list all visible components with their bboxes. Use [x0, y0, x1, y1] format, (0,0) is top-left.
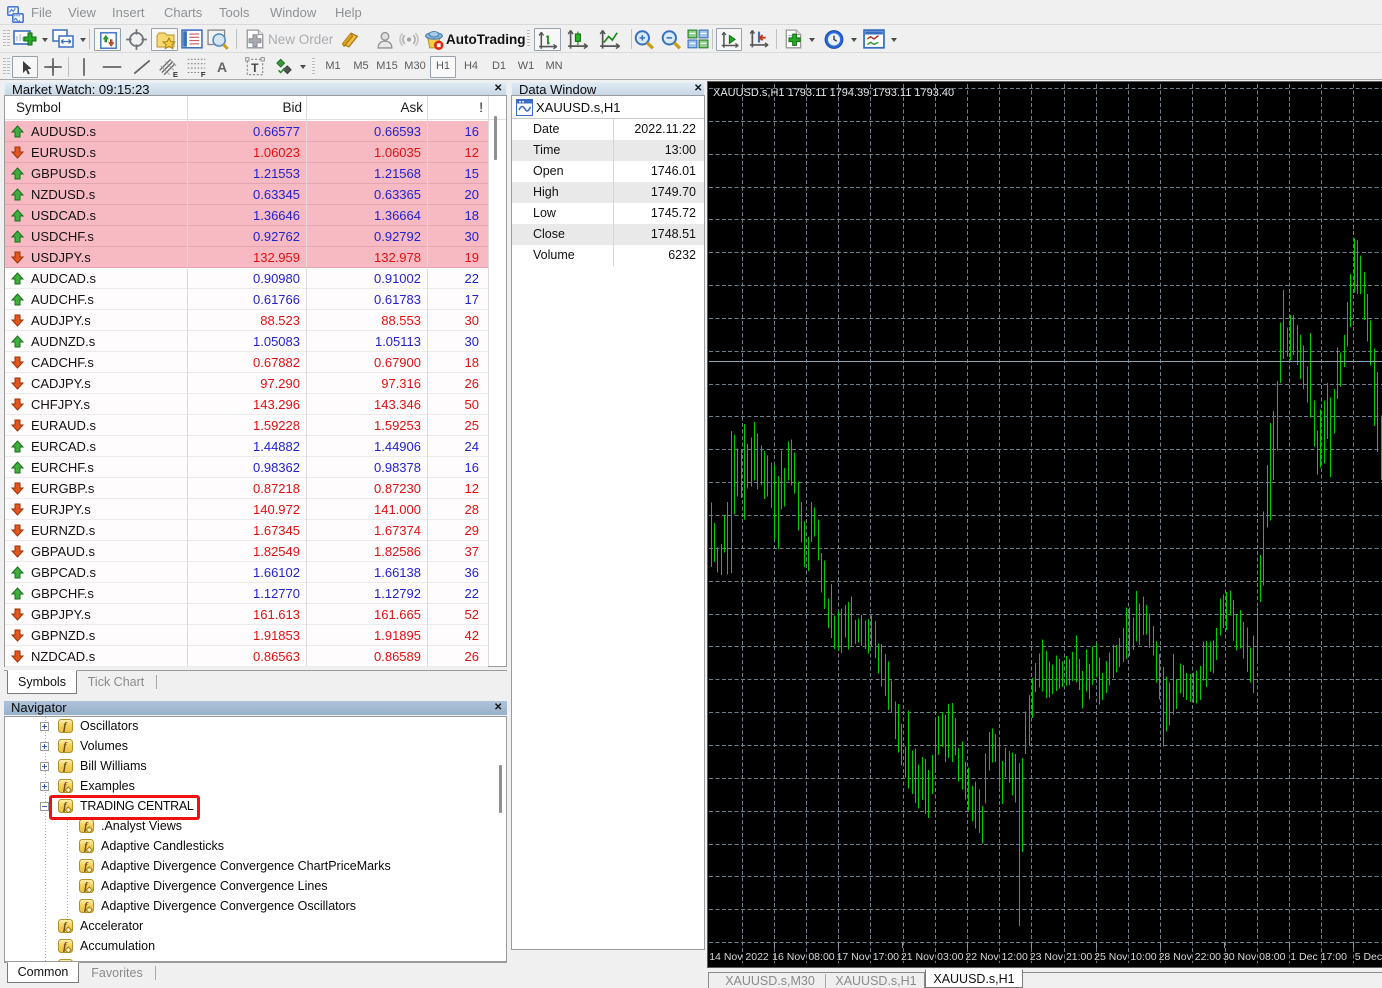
- svg-text:T: T: [251, 61, 259, 75]
- svg-text:14 Nov 2022: 14 Nov 2022: [709, 951, 769, 963]
- svg-text:22 Nov 12:00: 22 Nov 12:00: [965, 951, 1028, 963]
- svg-text:5 Dec 03:00: 5 Dec 03:00: [1355, 951, 1382, 963]
- svg-text:1 Dec 17:00: 1 Dec 17:00: [1290, 951, 1347, 963]
- svg-text:E: E: [173, 70, 178, 78]
- svg-text:23 Nov 21:00: 23 Nov 21:00: [1030, 951, 1093, 963]
- svg-text:25 Nov 10:00: 25 Nov 10:00: [1094, 951, 1157, 963]
- svg-text:F: F: [201, 70, 206, 78]
- svg-text:16 Nov 08:00: 16 Nov 08:00: [772, 951, 835, 963]
- svg-text:21 Nov 03:00: 21 Nov 03:00: [901, 951, 964, 963]
- svg-text:30 Nov 08:00: 30 Nov 08:00: [1223, 951, 1286, 963]
- svg-text:XAUUSD.s,H1 1793.11 1794.39 1: XAUUSD.s,H1 1793.11 1794.39 1793.11 1793…: [713, 87, 954, 99]
- svg-text:17 Nov 17:00: 17 Nov 17:00: [837, 951, 900, 963]
- svg-text:28 Nov 22:00: 28 Nov 22:00: [1159, 951, 1222, 963]
